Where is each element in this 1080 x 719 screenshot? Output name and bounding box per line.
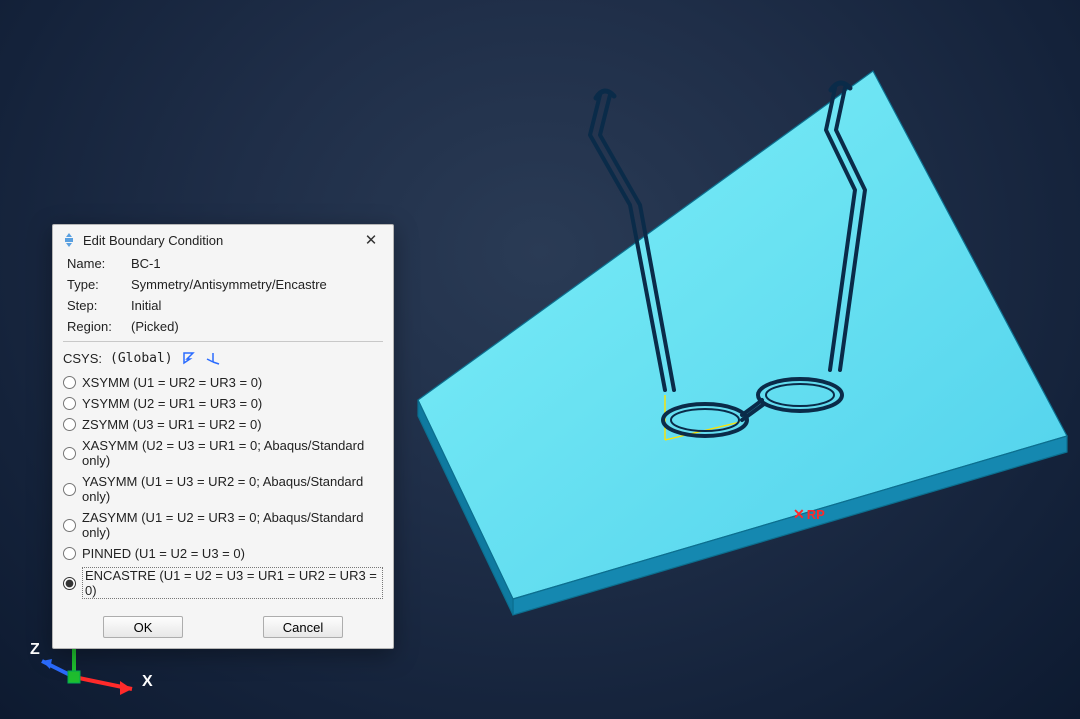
bc-option-radio[interactable] (63, 376, 76, 389)
triad-x-label: X (142, 673, 153, 691)
reference-point-label: ✕ RP (793, 506, 825, 523)
bc-option-6[interactable]: PINNED (U1 = U2 = U3 = 0) (63, 543, 383, 564)
bc-option-4[interactable]: YASYMM (U1 = U3 = UR2 = 0; Abaqus/Standa… (63, 471, 383, 507)
bc-option-label: YSYMM (U2 = UR1 = UR3 = 0) (82, 396, 262, 411)
bc-option-label: ZSYMM (U3 = UR1 = UR2 = 0) (82, 417, 262, 432)
bc-option-label: PINNED (U1 = U2 = U3 = 0) (82, 546, 245, 561)
bc-option-radio[interactable] (63, 418, 76, 431)
reference-point-text: RP (807, 507, 825, 522)
ok-button[interactable]: OK (103, 616, 183, 638)
bc-option-radio[interactable] (63, 447, 76, 460)
bc-option-radio[interactable] (63, 519, 76, 532)
viewport[interactable]: ✕ RP Y Z X (0, 0, 1080, 719)
dialog-title: Edit Boundary Condition (83, 233, 357, 248)
step-label: Step: (63, 295, 127, 316)
csys-select-icon[interactable] (181, 350, 197, 366)
name-value: BC-1 (127, 253, 383, 274)
bc-option-0[interactable]: XSYMM (U1 = UR2 = UR3 = 0) (63, 372, 383, 393)
region-value: (Picked) (127, 316, 383, 337)
dialog-info-table: Name: BC-1 Type: Symmetry/Antisymmetry/E… (63, 253, 383, 337)
csys-row: CSYS: (Global) (63, 350, 383, 366)
bc-option-radio[interactable] (63, 577, 76, 590)
reference-point-cross: ✕ (793, 506, 805, 523)
csys-create-icon[interactable] (205, 350, 221, 366)
close-button[interactable]: ✕ (357, 231, 385, 249)
bc-option-3[interactable]: XASYMM (U2 = U3 = UR1 = 0; Abaqus/Standa… (63, 435, 383, 471)
csys-value: (Global) (110, 351, 173, 366)
dialog-titlebar[interactable]: Edit Boundary Condition ✕ (53, 225, 393, 253)
bc-option-2[interactable]: ZSYMM (U3 = UR1 = UR2 = 0) (63, 414, 383, 435)
csys-label: CSYS: (63, 351, 102, 366)
bc-type-radio-group: XSYMM (U1 = UR2 = UR3 = 0) YSYMM (U2 = UR… (63, 372, 383, 602)
bc-option-5[interactable]: ZASYMM (U1 = U2 = UR3 = 0; Abaqus/Standa… (63, 507, 383, 543)
bc-option-7[interactable]: ENCASTRE (U1 = U2 = U3 = UR1 = UR2 = UR3… (63, 564, 383, 602)
bc-option-radio[interactable] (63, 483, 76, 496)
type-label: Type: (63, 274, 127, 295)
bc-option-radio[interactable] (63, 397, 76, 410)
app-icon (61, 232, 77, 248)
bc-option-1[interactable]: YSYMM (U2 = UR1 = UR3 = 0) (63, 393, 383, 414)
bc-option-label: ENCASTRE (U1 = U2 = U3 = UR1 = UR2 = UR3… (82, 567, 383, 599)
bc-option-label: XASYMM (U2 = U3 = UR1 = 0; Abaqus/Standa… (82, 438, 383, 468)
step-value: Initial (127, 295, 383, 316)
triad-z-label: Z (30, 641, 40, 659)
type-value: Symmetry/Antisymmetry/Encastre (127, 274, 383, 295)
dialog-separator (63, 341, 383, 342)
bc-option-radio[interactable] (63, 547, 76, 560)
region-label: Region: (63, 316, 127, 337)
bc-option-label: YASYMM (U1 = U3 = UR2 = 0; Abaqus/Standa… (82, 474, 383, 504)
cancel-button[interactable]: Cancel (263, 616, 343, 638)
name-label: Name: (63, 253, 127, 274)
bc-option-label: ZASYMM (U1 = U2 = UR3 = 0; Abaqus/Standa… (82, 510, 383, 540)
bc-option-label: XSYMM (U1 = UR2 = UR3 = 0) (82, 375, 262, 390)
edit-boundary-condition-dialog: Edit Boundary Condition ✕ Name: BC-1 Typ… (52, 224, 394, 649)
